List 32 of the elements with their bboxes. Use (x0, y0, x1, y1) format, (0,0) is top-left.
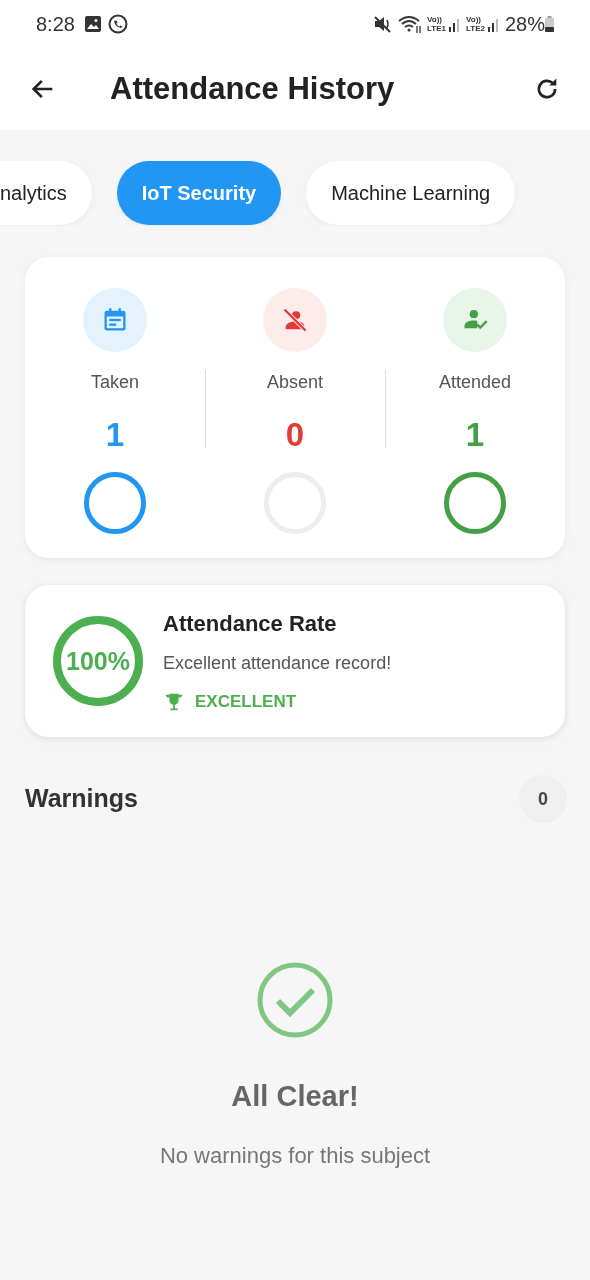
lte-label: LTE2 (466, 24, 485, 33)
stat-value: 0 (285, 415, 305, 455)
trophy-icon (163, 691, 185, 713)
rate-percent: 100% (66, 648, 130, 674)
screen-title: Attendance History (110, 69, 396, 108)
battery-icon (545, 16, 554, 32)
rating-label: EXCELLENT (195, 691, 297, 714)
stat-label: Absent (266, 371, 323, 394)
subject-tab[interactable]: nalytics (0, 161, 92, 225)
rate-title: Attendance Rate (163, 610, 338, 639)
stat-label: Attended (438, 371, 512, 394)
wifi-icon (397, 14, 424, 34)
person-off-icon (281, 306, 309, 334)
chat-icon (106, 13, 129, 35)
stat-label: Taken (90, 371, 139, 394)
progress-ring (444, 471, 506, 534)
subject-tab[interactable]: Machine Learning (306, 161, 516, 225)
volte-label: Vo)) (466, 15, 482, 24)
battery-percent: 28% (504, 12, 545, 37)
progress-ring (84, 471, 146, 534)
lte-label: LTE1 (427, 24, 446, 33)
stat-value: 1 (105, 415, 125, 455)
section-title: Warnings (25, 783, 138, 815)
count-badge: 0 (519, 775, 567, 823)
gallery-icon (82, 14, 103, 34)
volte-label: Vo)) (427, 15, 443, 24)
check-circle-icon (256, 961, 334, 1039)
rate-message: Excellent attendance record! (163, 652, 392, 676)
empty-title: All Clear! (231, 1079, 359, 1114)
status-time: 8:28 (36, 12, 75, 37)
stat-value: 1 (465, 415, 485, 455)
empty-message: No warnings for this subject (159, 1141, 431, 1170)
